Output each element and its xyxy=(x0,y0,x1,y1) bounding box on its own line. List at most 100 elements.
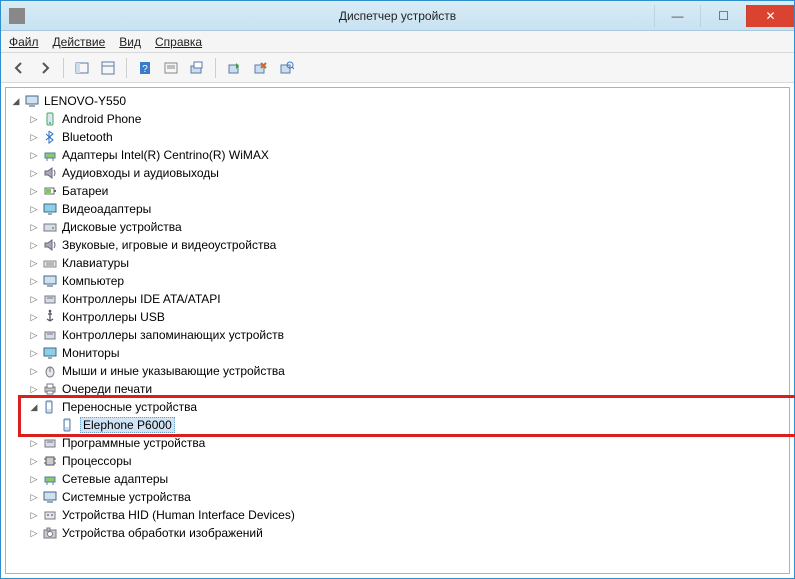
tree-node-label: Контроллеры IDE ATA/ATAPI xyxy=(62,292,221,306)
tree-node-label: Сетевые адаптеры xyxy=(62,472,168,486)
tree-node-label: Мыши и иные указывающие устройства xyxy=(62,364,285,378)
computer-icon xyxy=(42,489,58,505)
tree-node-label: Контроллеры запоминающих устройств xyxy=(62,328,284,342)
show-hide-tree-button[interactable] xyxy=(70,56,94,80)
expand-arrow-icon[interactable] xyxy=(28,257,40,269)
computer-icon xyxy=(24,93,40,109)
tree-root-node[interactable]: LENOVO-Y550 xyxy=(6,92,789,110)
expand-arrow-icon[interactable] xyxy=(28,203,40,215)
tree-node-label: LENOVO-Y550 xyxy=(44,94,126,108)
uninstall-button[interactable] xyxy=(248,56,272,80)
tree-category-node[interactable]: Адаптеры Intel(R) Centrino(R) WiMAX xyxy=(24,146,789,164)
tree-node-label: Дисковые устройства xyxy=(62,220,182,234)
tree-category-node[interactable]: Системные устройства xyxy=(24,488,789,506)
tree-node-label: Батареи xyxy=(62,184,108,198)
tree-category-node[interactable]: Устройства обработки изображений xyxy=(24,524,789,542)
tree-node-label: Очереди печати xyxy=(62,382,152,396)
expand-arrow-icon[interactable] xyxy=(28,383,40,395)
tree-node-label: Аудиовходы и аудиовыходы xyxy=(62,166,219,180)
tree-node-label: Bluetooth xyxy=(62,130,113,144)
device-tree[interactable]: LENOVO-Y550 Android Phone Bluetooth Адаптер… xyxy=(5,87,790,574)
bluetooth-icon xyxy=(42,129,58,145)
expand-arrow-icon[interactable] xyxy=(28,455,40,467)
tree-category-node[interactable]: Сетевые адаптеры xyxy=(24,470,789,488)
tree-category-node[interactable]: Компьютер xyxy=(24,272,789,290)
tree-node-label: Контроллеры USB xyxy=(62,310,165,324)
update-driver-button[interactable] xyxy=(222,56,246,80)
expand-arrow-icon[interactable] xyxy=(28,527,40,539)
expand-arrow-icon[interactable] xyxy=(28,275,40,287)
expand-arrow-icon[interactable] xyxy=(28,239,40,251)
menubar: Файл Действие Вид Справка xyxy=(1,31,794,53)
tree-category-node[interactable]: Очереди печати xyxy=(24,380,789,398)
tree-category-node[interactable]: Процессоры xyxy=(24,452,789,470)
forward-button[interactable] xyxy=(33,56,57,80)
back-button[interactable] xyxy=(7,56,31,80)
tree-category-node[interactable]: Контроллеры USB xyxy=(24,308,789,326)
audio-icon xyxy=(42,165,58,181)
expand-arrow-icon[interactable] xyxy=(28,221,40,233)
expand-arrow-icon[interactable] xyxy=(28,293,40,305)
menu-help[interactable]: Справка xyxy=(155,35,202,49)
controller-icon xyxy=(42,291,58,307)
tree-node-label: Программные устройства xyxy=(62,436,205,450)
tree-node-label: Android Phone xyxy=(62,112,141,126)
network-icon xyxy=(42,147,58,163)
expand-arrow-icon[interactable] xyxy=(28,365,40,377)
expand-arrow-icon[interactable] xyxy=(28,311,40,323)
tree-category-node[interactable]: Программные устройства xyxy=(24,434,789,452)
tree-device-node[interactable]: Elephone P6000 xyxy=(42,416,789,434)
scan-button[interactable] xyxy=(185,56,209,80)
tree-node-label: Устройства обработки изображений xyxy=(62,526,263,540)
expand-arrow-icon xyxy=(46,419,58,431)
expand-arrow-icon[interactable] xyxy=(28,437,40,449)
expand-arrow-icon[interactable] xyxy=(28,167,40,179)
scan-hardware-button[interactable] xyxy=(274,56,298,80)
expand-arrow-icon[interactable] xyxy=(28,473,40,485)
expand-arrow-icon[interactable] xyxy=(28,185,40,197)
tree-category-node[interactable]: Видеоадаптеры xyxy=(24,200,789,218)
menu-view[interactable]: Вид xyxy=(119,35,141,49)
tree-category-node[interactable]: Мыши и иные указывающие устройства xyxy=(24,362,789,380)
expand-arrow-icon[interactable] xyxy=(10,95,22,107)
printer-icon xyxy=(42,381,58,397)
expand-arrow-icon[interactable] xyxy=(28,131,40,143)
tree-category-node[interactable]: Устройства HID (Human Interface Devices) xyxy=(24,506,789,524)
expand-arrow-icon[interactable] xyxy=(28,329,40,341)
usb-icon xyxy=(42,309,58,325)
tree-category-node[interactable]: Android Phone xyxy=(24,110,789,128)
tree-category-node[interactable]: Мониторы xyxy=(24,344,789,362)
expand-arrow-icon[interactable] xyxy=(28,491,40,503)
tree-node-label: Устройства HID (Human Interface Devices) xyxy=(62,508,295,522)
tree-category-node[interactable]: Дисковые устройства xyxy=(24,218,789,236)
help-button[interactable]: ? xyxy=(133,56,157,80)
network-icon xyxy=(42,471,58,487)
tree-node-label: Системные устройства xyxy=(62,490,191,504)
expand-arrow-icon[interactable] xyxy=(28,113,40,125)
tree-category-node[interactable]: Переносные устройства xyxy=(24,398,789,416)
expand-arrow-icon[interactable] xyxy=(28,149,40,161)
expand-arrow-icon[interactable] xyxy=(28,347,40,359)
properties-button[interactable] xyxy=(96,56,120,80)
menu-file[interactable]: Файл xyxy=(9,35,39,49)
hid-icon xyxy=(42,507,58,523)
tree-category-node[interactable]: Аудиовходы и аудиовыходы xyxy=(24,164,789,182)
tree-category-node[interactable]: Bluetooth xyxy=(24,128,789,146)
expand-arrow-icon[interactable] xyxy=(28,401,40,413)
tree-node-label: Видеоадаптеры xyxy=(62,202,151,216)
portable-icon xyxy=(42,399,58,415)
tree-category-node[interactable]: Контроллеры IDE ATA/ATAPI xyxy=(24,290,789,308)
tree-category-node[interactable]: Клавиатуры xyxy=(24,254,789,272)
tree-category-node[interactable]: Контроллеры запоминающих устройств xyxy=(24,326,789,344)
computer-icon xyxy=(42,273,58,289)
tree-category-node[interactable]: Батареи xyxy=(24,182,789,200)
expand-arrow-icon[interactable] xyxy=(28,509,40,521)
menu-action[interactable]: Действие xyxy=(53,35,106,49)
tree-category-node[interactable]: Звуковые, игровые и видеоустройства xyxy=(24,236,789,254)
camera-icon xyxy=(42,525,58,541)
device-manager-window: Диспетчер устройств — ☐ ✕ Файл Действие … xyxy=(0,0,795,579)
action-button[interactable] xyxy=(159,56,183,80)
tree-node-label: Мониторы xyxy=(62,346,119,360)
titlebar[interactable]: Диспетчер устройств — ☐ ✕ xyxy=(1,1,794,31)
tree-node-label: Процессоры xyxy=(62,454,132,468)
